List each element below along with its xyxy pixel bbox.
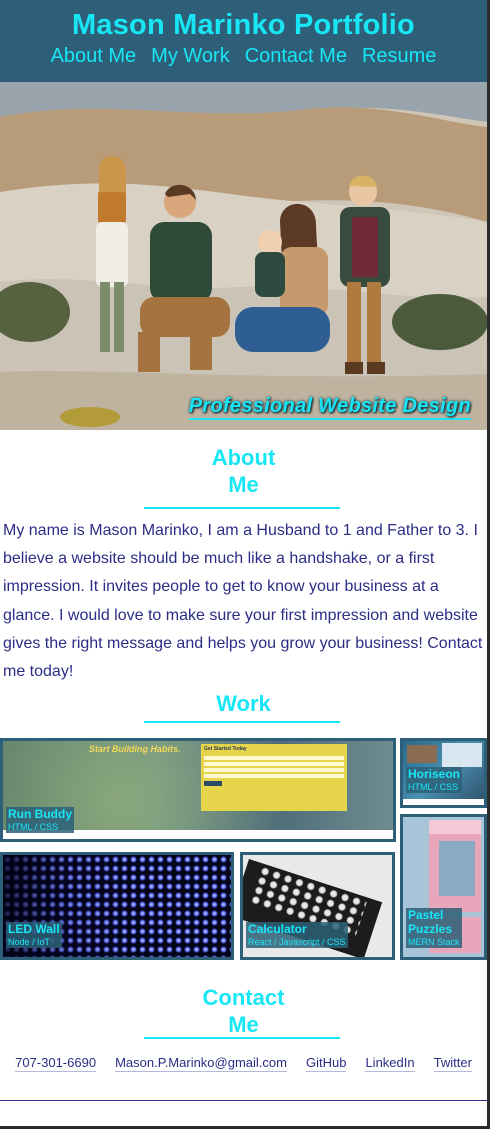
about-title-underline xyxy=(144,507,340,509)
run-buddy-form-title: Get Started Today xyxy=(204,746,247,752)
horiseon-label: Horiseon HTML / CSS xyxy=(406,767,463,793)
family-photo xyxy=(0,82,487,430)
run-buddy-headline: Start Building Habits. xyxy=(89,744,181,754)
run-buddy-form-panel: Get Started Today xyxy=(201,744,347,811)
linkedin-link[interactable]: LinkedIn xyxy=(365,1055,415,1072)
footer-divider xyxy=(0,1100,487,1101)
page: Mason Marinko Portfolio About Me My Work… xyxy=(0,0,487,1126)
nav-about-link[interactable]: About Me xyxy=(51,45,137,68)
led-wall-name: LED Wall xyxy=(8,922,60,936)
hero-tagline: Professional Website Design xyxy=(188,395,471,420)
work-title: Work xyxy=(216,691,271,716)
contact-title: Contact Me xyxy=(0,984,487,1038)
github-link[interactable]: GitHub xyxy=(305,1055,347,1072)
calculator-name: Calculator xyxy=(248,922,307,936)
project-card-pastel-puzzles[interactable]: Pastel Puzzles MERN Stack xyxy=(400,814,487,960)
contact-title-underline xyxy=(144,1037,340,1039)
project-card-led-wall[interactable]: LED Wall Node / IoT xyxy=(0,852,234,960)
contact-title-line1: Contact xyxy=(202,985,285,1010)
site-title: Mason Marinko Portfolio xyxy=(72,9,415,41)
pastel-puzzles-label: Pastel Puzzles MERN Stack xyxy=(406,908,462,948)
nav-work-link[interactable]: My Work xyxy=(151,45,230,68)
led-wall-label: LED Wall Node / IoT xyxy=(6,922,62,948)
work-title-underline xyxy=(144,721,340,723)
calculator-label: Calculator React / Javascript / CSS xyxy=(246,922,348,948)
about-text: My name is Mason Marinko, I am a Husband… xyxy=(3,522,483,681)
contact-links: 707-301-6690 Mason.P.Marinko@gmail.com G… xyxy=(0,1055,487,1072)
nav-resume-link[interactable]: Resume xyxy=(362,45,436,68)
project-card-run-buddy[interactable]: Start Building Habits. Get Started Today… xyxy=(0,738,396,842)
site-header: Mason Marinko Portfolio About Me My Work… xyxy=(0,0,487,82)
horiseon-tech: HTML / CSS xyxy=(408,782,459,792)
run-buddy-label: Run Buddy HTML / CSS xyxy=(6,807,74,833)
hero-banner: Professional Website Design xyxy=(0,82,487,430)
project-card-horiseon[interactable]: Horiseon HTML / CSS xyxy=(400,738,487,808)
horiseon-name: Horiseon xyxy=(408,767,461,781)
contact-title-line2: Me xyxy=(228,1012,259,1037)
email-link[interactable]: Mason.P.Marinko@gmail.com xyxy=(115,1055,287,1072)
nav-contact-link[interactable]: Contact Me xyxy=(245,45,347,68)
led-wall-tech: Node / IoT xyxy=(8,937,51,947)
twitter-link[interactable]: Twitter xyxy=(433,1055,472,1072)
about-title: About Me xyxy=(0,444,487,498)
about-title-line2: Me xyxy=(228,472,259,497)
pastel-puzzles-tech: MERN Stack xyxy=(408,937,460,947)
pastel-puzzles-name: Pastel Puzzles xyxy=(408,908,453,936)
main-nav: About Me My Work Contact Me Resume xyxy=(0,45,487,68)
phone-link[interactable]: 707-301-6690 xyxy=(15,1055,97,1072)
run-buddy-tech: HTML / CSS xyxy=(8,822,59,832)
project-card-calculator[interactable]: Calculator React / Javascript / CSS xyxy=(240,852,395,960)
about-title-line1: About xyxy=(211,445,276,470)
calculator-tech: React / Javascript / CSS xyxy=(248,937,346,947)
run-buddy-name: Run Buddy xyxy=(8,807,72,821)
